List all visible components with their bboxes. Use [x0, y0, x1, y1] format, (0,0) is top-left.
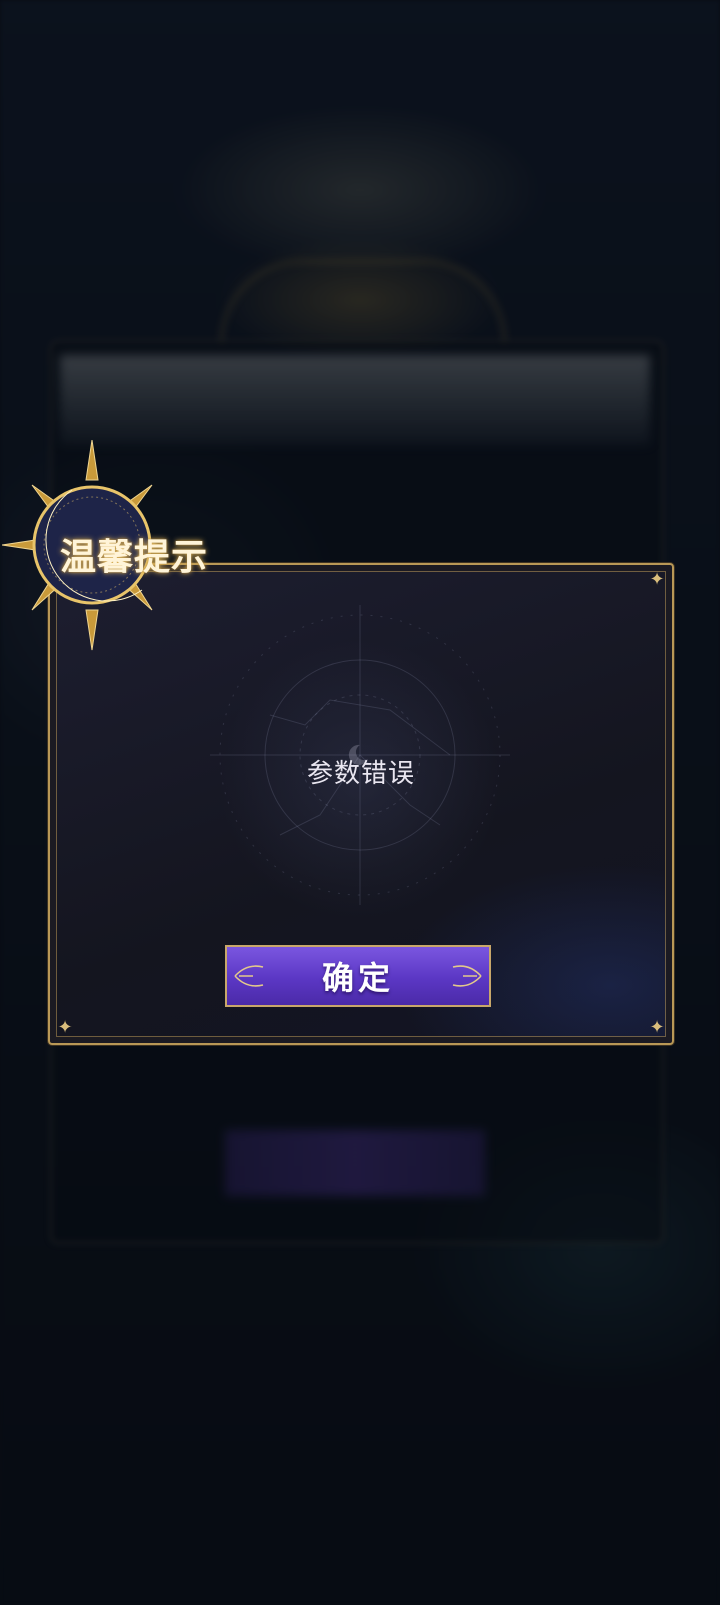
dialog-message: 参数错误: [306, 759, 415, 789]
dialog-title: 温馨提示: [60, 536, 209, 578]
star-corner-icon: ✦: [649, 1017, 665, 1038]
star-corner-icon: ✦: [57, 1017, 73, 1038]
star-corner-icon: ✦: [649, 569, 665, 590]
confirm-button[interactable]: 确定: [225, 945, 491, 1007]
button-ornament-icon: [234, 965, 264, 987]
confirm-button-label: 确定: [321, 959, 394, 997]
button-ornament-icon: [452, 965, 482, 987]
